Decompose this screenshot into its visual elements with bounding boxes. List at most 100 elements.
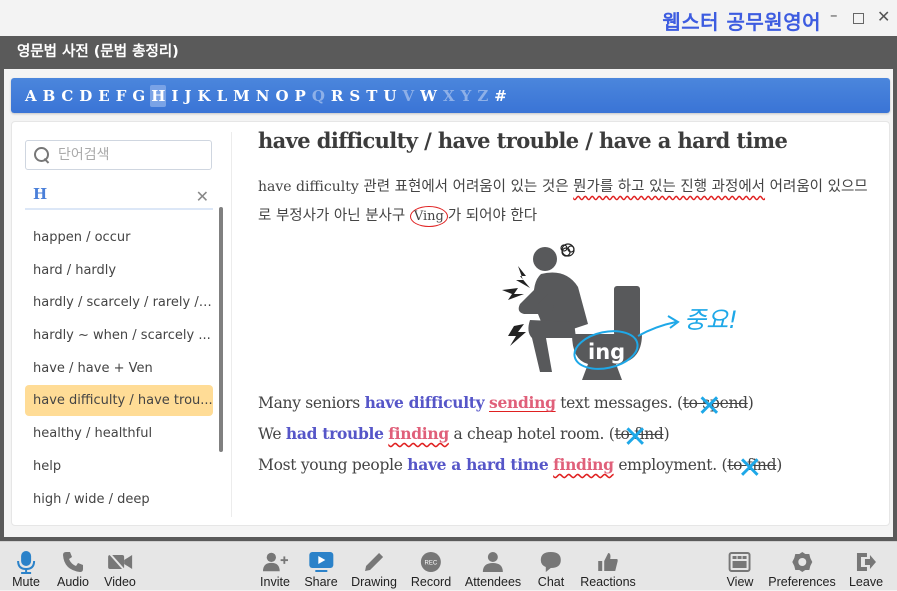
example-wrong-form: to find ✕ xyxy=(727,451,777,486)
alphabet-letter-v: V xyxy=(402,86,415,105)
alphabet-letter-x: X xyxy=(442,86,455,105)
add-user-icon xyxy=(262,549,288,575)
example-keyword: have a hard time xyxy=(407,455,549,474)
toolbar-label: Share xyxy=(304,575,338,589)
toolbar-label: Leave xyxy=(848,575,884,589)
word-list-scrollbar[interactable] xyxy=(219,207,223,452)
toolbar-label: Video xyxy=(104,575,136,589)
minimize-button[interactable]: – xyxy=(830,6,838,24)
alphabet-letter-b[interactable]: B xyxy=(42,85,57,107)
example-sentence: We had trouble finding a cheap hotel roo… xyxy=(258,418,782,455)
alphabet-letter-c[interactable]: C xyxy=(60,85,74,107)
cross-out-annotation-icon: ✕ xyxy=(696,389,722,424)
pain-lightning-icon xyxy=(516,266,530,288)
clear-filter-icon[interactable]: ✕ xyxy=(196,187,209,206)
word-list-item[interactable]: help xyxy=(25,451,213,482)
word-list-item[interactable]: hardly / scarcely / rarely / ... xyxy=(25,287,213,318)
leave-door-icon xyxy=(853,549,879,575)
brand-title: 웹스터 공무원영어 xyxy=(662,10,821,34)
word-list-item[interactable]: hard / hardly xyxy=(25,255,213,286)
panel-divider xyxy=(231,132,232,517)
desc-term: have difficulty xyxy=(258,179,359,195)
alphabet-letter-n[interactable]: N xyxy=(255,85,271,107)
maximize-button[interactable] xyxy=(853,13,864,24)
view-button[interactable]: View xyxy=(726,542,754,591)
example-sentence: Most young people have a hard time findi… xyxy=(258,449,782,486)
alphabet-letter-e[interactable]: E xyxy=(97,85,110,107)
example-keyword: have difficulty xyxy=(364,393,485,412)
share-button[interactable]: Share xyxy=(304,542,338,591)
toolbar-label: View xyxy=(726,575,754,589)
alphabet-letter-z: Z xyxy=(477,86,489,105)
audio-button[interactable]: Audio xyxy=(57,542,89,591)
view-layout-icon xyxy=(727,549,753,575)
alphabet-letter-o[interactable]: O xyxy=(274,85,289,107)
example-sentences: Many seniors have difficulty sending tex… xyxy=(258,387,782,486)
alphabet-letter-w[interactable]: W xyxy=(419,85,438,107)
word-list-item[interactable]: healthy / healthful xyxy=(25,418,213,449)
struggling-person-illustration: ing 중요! xyxy=(502,243,738,380)
word-list-item[interactable]: high / wide / deep xyxy=(25,484,213,515)
dictionary-app: 영문법 사전 (문법 총정리) ABCDEFGHIJKLMNOPQRSTUVWX… xyxy=(0,36,897,541)
window-titlebar: 웹스터 공무원영어 – ✕ xyxy=(0,0,897,36)
alphabet-letter-a[interactable]: A xyxy=(24,85,38,107)
toolbar-label: Attendees xyxy=(464,575,522,589)
attendees-icon xyxy=(480,549,506,575)
toolbar-label: Audio xyxy=(57,575,89,589)
frustration-scribble-icon xyxy=(560,243,575,257)
alphabet-letter-d[interactable]: D xyxy=(78,85,93,107)
close-button[interactable]: ✕ xyxy=(877,7,890,26)
record-button[interactable]: REC Record xyxy=(411,542,451,591)
attendees-button[interactable]: Attendees xyxy=(465,542,521,591)
alphabet-letter-g[interactable]: G xyxy=(131,85,146,107)
cross-out-annotation-icon: ✕ xyxy=(737,451,763,486)
pain-lightning-icon xyxy=(508,324,526,346)
example-text: ) xyxy=(663,425,670,443)
reactions-button[interactable]: Reactions xyxy=(580,542,636,591)
example-text: text messages. ( xyxy=(555,394,683,412)
toolbar-label: Preferences xyxy=(768,575,836,589)
word-list-item[interactable]: have / have + Ven xyxy=(25,353,213,384)
example-wrong-form: to find ✕ xyxy=(614,420,664,455)
desc-circled-annotation: Ving xyxy=(409,206,448,227)
mute-button[interactable]: Mute xyxy=(12,542,40,591)
example-sentence: Many seniors have difficulty sending tex… xyxy=(258,387,782,422)
share-screen-icon xyxy=(308,549,334,575)
example-text: Many seniors xyxy=(258,394,365,412)
alphabet-letter-r[interactable]: R xyxy=(330,85,344,107)
alphabet-letter-p[interactable]: P xyxy=(294,85,307,107)
example-text: ) xyxy=(776,456,782,474)
entry-title: have difficulty / have trouble / have a … xyxy=(258,128,788,153)
word-list-item[interactable]: happen / occur xyxy=(25,222,213,253)
pencil-icon xyxy=(361,549,387,575)
alphabet-letter-f[interactable]: F xyxy=(115,85,128,107)
person-head xyxy=(533,247,557,271)
video-button[interactable]: Video xyxy=(104,542,136,591)
meeting-toolbar: Mute Audio Video Invite Share Drawing REC Recor… xyxy=(0,541,897,590)
alphabet-letter-y: Y xyxy=(460,86,472,105)
alphabet-letter-m[interactable]: M xyxy=(232,85,251,107)
word-list-item[interactable]: hardly ~ when / scarcely ... xyxy=(25,320,213,351)
preferences-button[interactable]: Preferences xyxy=(768,542,836,591)
alphabet-letter-l[interactable]: L xyxy=(216,85,229,107)
leave-button[interactable]: Leave xyxy=(849,542,883,591)
alphabet-letter-u[interactable]: U xyxy=(382,85,397,107)
chat-button[interactable]: Chat xyxy=(538,542,564,591)
invite-button[interactable]: Invite xyxy=(260,542,290,591)
desc-text: 가 되어야 한다 xyxy=(447,208,538,224)
example-gerund: sending xyxy=(489,393,556,412)
search-box[interactable] xyxy=(25,140,212,170)
alphabet-letter-hash[interactable]: # xyxy=(493,85,508,107)
alphabet-letter-h[interactable]: H xyxy=(150,84,167,107)
search-input[interactable] xyxy=(58,147,198,163)
alphabet-letter-s[interactable]: S xyxy=(348,85,361,107)
alphabet-letter-j[interactable]: J xyxy=(183,85,192,107)
drawing-button[interactable]: Drawing xyxy=(351,542,397,591)
alphabet-letter-i[interactable]: I xyxy=(170,85,179,107)
person-leg xyxy=(528,320,576,372)
alphabet-letter-t[interactable]: T xyxy=(365,85,378,107)
current-letter-header: H ✕ xyxy=(25,182,213,210)
alphabet-letter-k[interactable]: K xyxy=(197,85,212,107)
word-list-item-selected[interactable]: have difficulty / have trou... xyxy=(25,385,213,417)
ing-badge: ing xyxy=(588,340,625,364)
